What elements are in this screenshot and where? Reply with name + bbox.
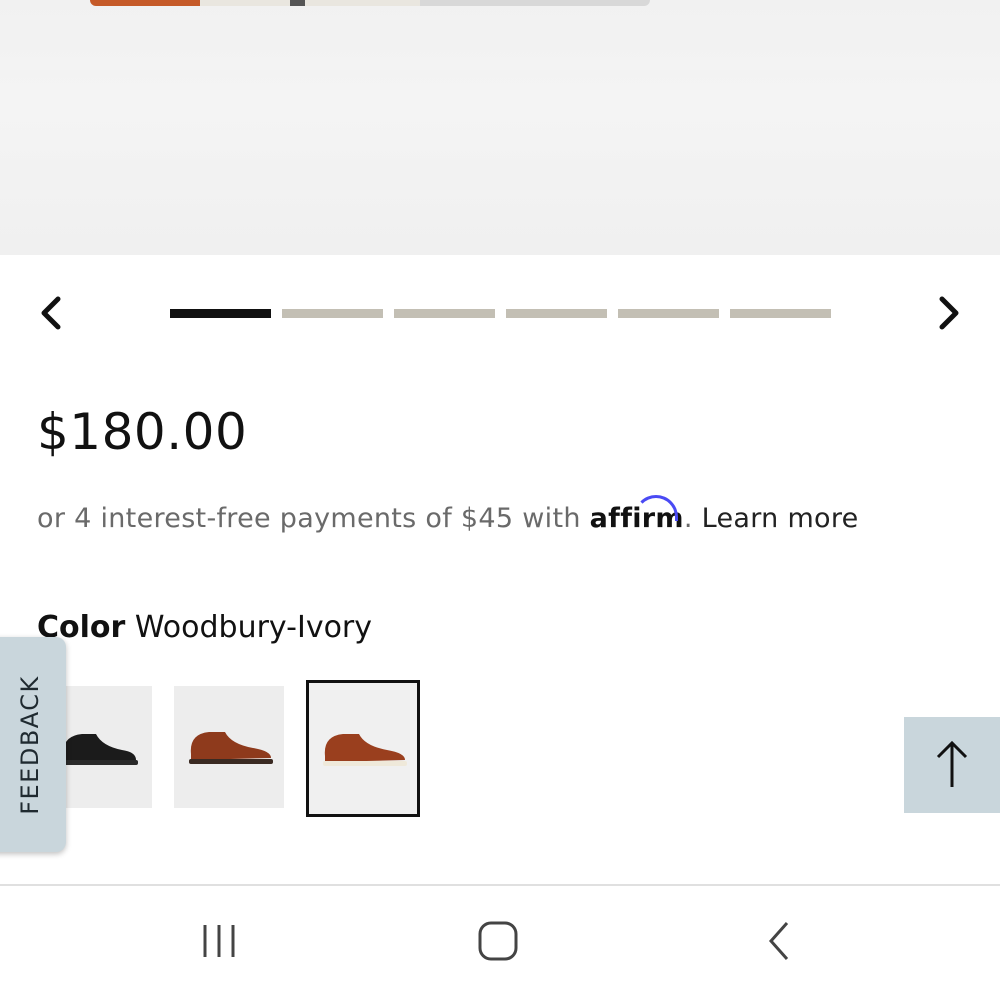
shoe-brown-ivory-image — [323, 733, 407, 766]
color-swatch-woodbury-ivory[interactable] — [306, 680, 420, 817]
product-price: $180.00 — [37, 403, 248, 461]
chevron-right-icon — [939, 296, 959, 330]
gallery-dot[interactable] — [730, 309, 831, 318]
arrow-up-icon — [936, 740, 968, 787]
learn-more-link[interactable]: Learn more — [702, 503, 859, 534]
recents-button[interactable] — [196, 918, 242, 964]
recents-icon — [203, 925, 235, 957]
back-icon — [768, 922, 789, 960]
shoe-brown-image — [189, 732, 273, 764]
gallery-dot[interactable] — [282, 309, 383, 318]
feedback-tab[interactable]: FEEDBACK — [0, 637, 66, 852]
gallery-next-button[interactable] — [925, 288, 975, 338]
color-value: Woodbury-Ivory — [134, 610, 373, 645]
affirm-logo: affirm — [590, 495, 684, 534]
gallery-indicator — [170, 309, 831, 318]
home-icon — [478, 921, 518, 961]
gallery-prev-button[interactable] — [25, 288, 75, 338]
color-selection-label: Color Woodbury-Ivory — [37, 610, 372, 645]
affirm-prefix: or 4 interest-free payments of $45 with — [37, 503, 590, 534]
feedback-label: FEEDBACK — [16, 675, 44, 815]
product-image[interactable] — [0, 0, 1000, 255]
gallery-dot[interactable] — [394, 309, 495, 318]
chevron-left-icon — [41, 296, 61, 330]
color-swatch-brown[interactable] — [174, 686, 284, 808]
back-to-top-button[interactable] — [904, 717, 1000, 813]
affirm-suffix: . — [683, 503, 702, 534]
product-shoe-image — [90, 0, 650, 6]
affirm-financing-text: or 4 interest-free payments of $45 with … — [37, 495, 859, 534]
back-button[interactable] — [756, 918, 802, 964]
gallery-dot[interactable] — [170, 309, 271, 318]
home-button[interactable] — [475, 918, 521, 964]
gallery-dot[interactable] — [618, 309, 719, 318]
gallery-dot[interactable] — [506, 309, 607, 318]
